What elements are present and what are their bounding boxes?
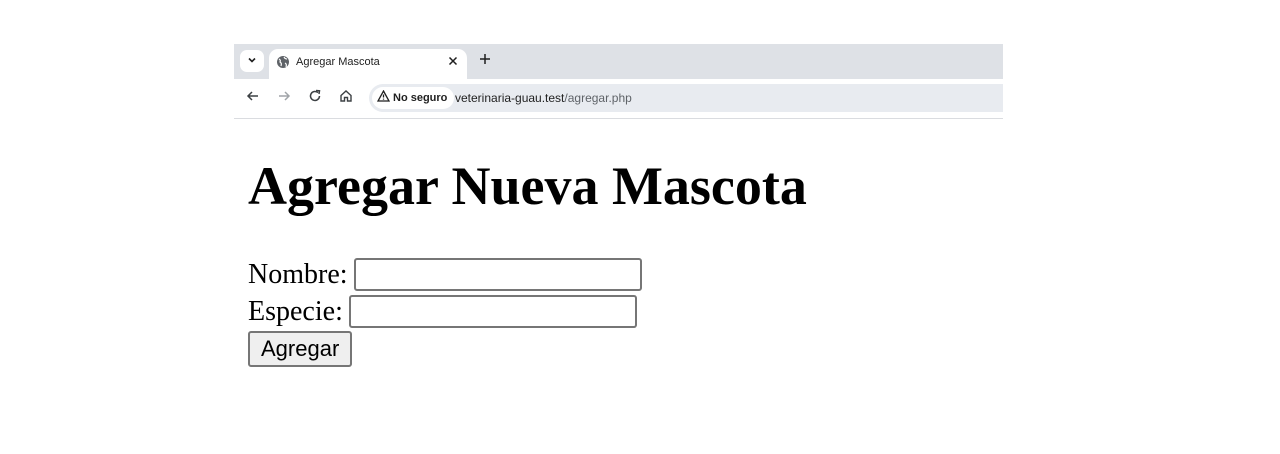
species-label: Especie: (248, 296, 343, 327)
add-pet-form: Nombre: Especie: Agregar (248, 256, 642, 367)
name-input[interactable] (353, 258, 642, 291)
browser-toolbar: No seguro veterinaria-guau.test/agregar.… (234, 79, 1003, 119)
forward-button[interactable] (275, 89, 293, 107)
tab-search-button[interactable] (240, 50, 264, 72)
security-label: No seguro (393, 92, 448, 104)
species-input[interactable] (348, 295, 637, 328)
warning-icon (376, 89, 391, 107)
globe-icon (276, 55, 290, 69)
species-row: Especie: (248, 293, 642, 330)
tab-strip: Agregar Mascota (234, 44, 1003, 79)
arrow-right-icon (277, 89, 291, 108)
plus-icon (479, 52, 491, 70)
home-button[interactable] (337, 89, 355, 107)
security-chip[interactable]: No seguro (372, 87, 455, 109)
reload-button[interactable] (306, 89, 324, 107)
name-label: Nombre: (248, 259, 348, 290)
arrow-left-icon (246, 89, 260, 108)
reload-icon (308, 89, 322, 108)
name-row: Nombre: (248, 256, 642, 293)
back-button[interactable] (244, 89, 262, 107)
url-text[interactable]: veterinaria-guau.test/agregar.php (455, 91, 632, 105)
page-title: Agregar Nueva Mascota (248, 156, 807, 216)
address-bar[interactable]: No seguro veterinaria-guau.test/agregar.… (369, 84, 1003, 112)
page-content: Agregar Nueva Mascota Nombre: Especie: A… (248, 150, 807, 367)
url-host: veterinaria-guau.test (455, 91, 565, 105)
tab-title: Agregar Mascota (296, 56, 380, 68)
new-tab-button[interactable] (477, 53, 493, 69)
submit-button[interactable]: Agregar (248, 331, 353, 367)
url-path: /agregar.php (564, 91, 632, 105)
browser-window: Agregar Mascota No seguro veterinaria-gu… (234, 44, 1003, 454)
close-icon[interactable] (447, 55, 459, 67)
home-icon (339, 89, 353, 108)
chevron-down-icon (247, 52, 257, 70)
tab-agregar-mascota[interactable]: Agregar Mascota (269, 49, 467, 79)
